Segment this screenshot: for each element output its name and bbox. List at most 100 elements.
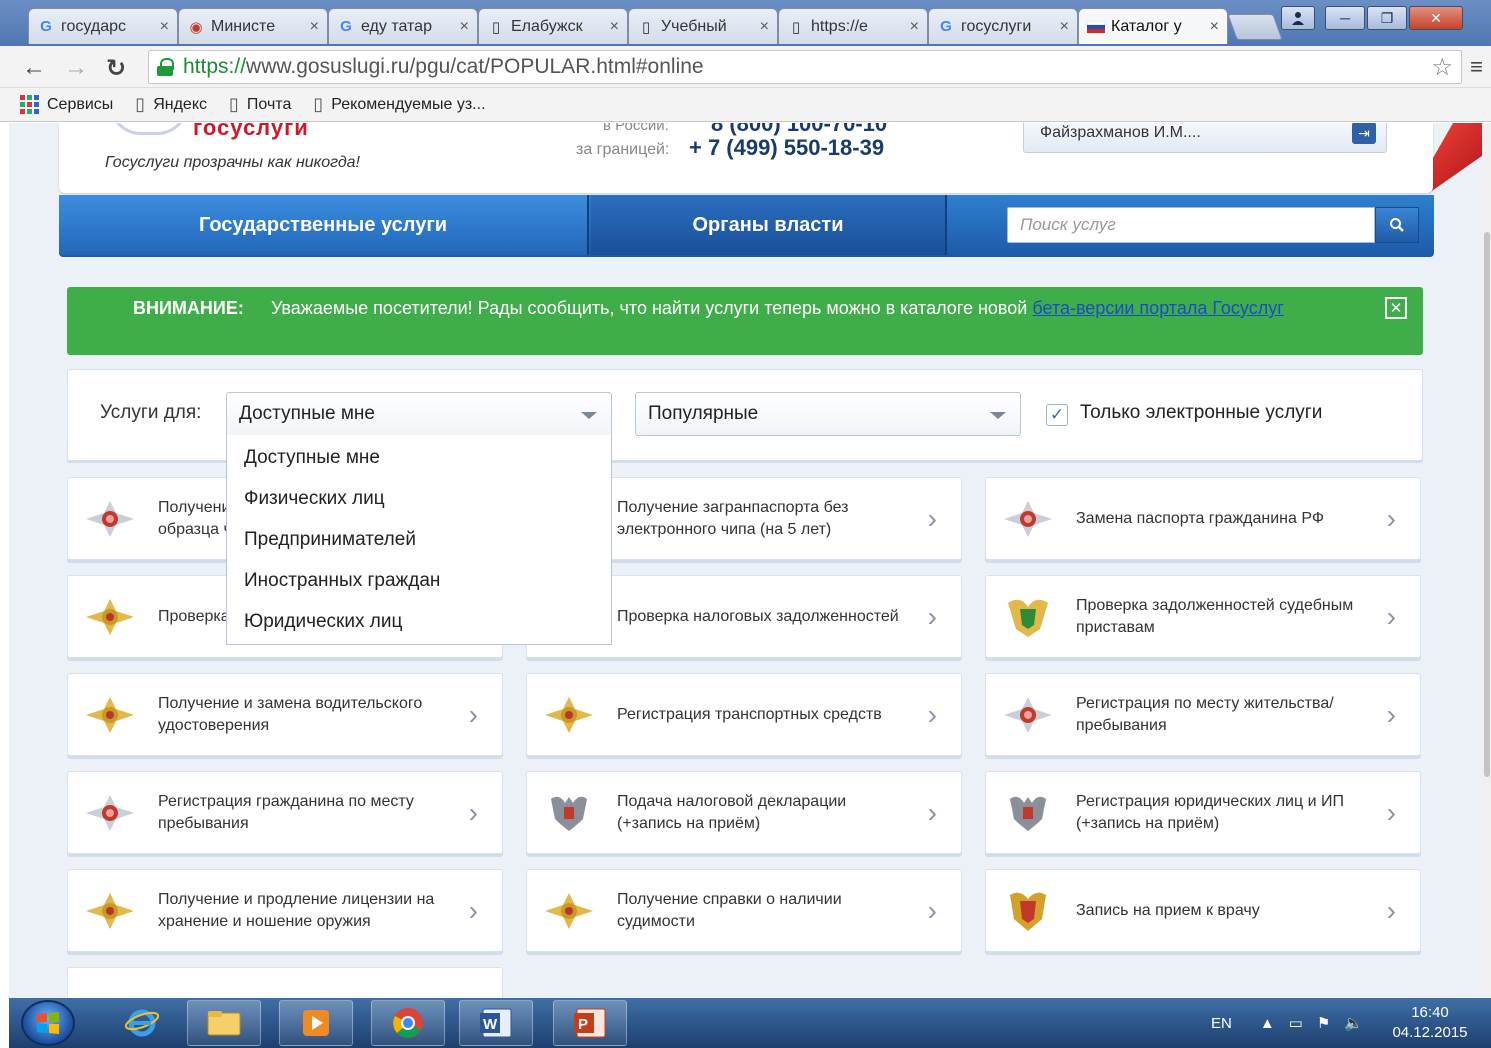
page-icon: ▯: [491, 18, 501, 36]
chevron-down-icon: [581, 412, 597, 419]
electronic-only-label[interactable]: Только электронные услуги: [1080, 402, 1322, 424]
main-navigation: Государственные услуги Органы власти: [59, 195, 1434, 257]
service-card[interactable]: Получение и замена водительского удостов…: [67, 673, 503, 756]
tab-close-icon[interactable]: ×: [460, 18, 469, 36]
nav-authorities[interactable]: Органы власти: [591, 195, 945, 255]
service-card[interactable]: Замена паспорта гражданина РФ ›: [985, 477, 1421, 560]
tab-close-icon[interactable]: ×: [760, 18, 769, 36]
audience-select[interactable]: Доступные мне: [226, 392, 612, 436]
phone-label-abroad: за границей:: [576, 141, 670, 158]
address-bar[interactable]: https:// www.gosuslugi.ru/pgu/cat/POPULA…: [148, 50, 1462, 84]
dropdown-option[interactable]: Юридических лиц: [227, 601, 611, 642]
scrollbar-thumb[interactable]: [1484, 232, 1490, 777]
user-profile-icon[interactable]: [1281, 6, 1315, 30]
close-icon[interactable]: ✕: [1385, 297, 1407, 319]
browser-tab-7[interactable]: G госуслуги ×: [928, 8, 1078, 44]
chevron-right-icon: ›: [927, 601, 937, 632]
service-card[interactable]: Регистрация юридических лиц и ИП (+запис…: [985, 771, 1421, 854]
language-indicator[interactable]: EN: [1211, 1015, 1232, 1032]
search-input[interactable]: [1007, 207, 1375, 243]
search-button[interactable]: [1375, 207, 1419, 243]
browser-tab-3[interactable]: G еду татар ×: [328, 8, 478, 44]
service-card[interactable]: Регистрация по месту жительства/пребыван…: [985, 673, 1421, 756]
show-hidden-icons-icon[interactable]: ▲: [1260, 1015, 1275, 1032]
browser-tab-1[interactable]: G государс ×: [28, 8, 178, 44]
browser-tab-2[interactable]: ◉ Министе ×: [178, 8, 328, 44]
service-title: Регистрация гражданина по месту пребыван…: [158, 792, 414, 832]
nav-gov-services[interactable]: Государственные услуги: [59, 195, 587, 255]
service-card[interactable]: Регистрация транспортных средств ›: [526, 673, 962, 756]
service-card[interactable]: Получение справки о наличии судимости ›: [526, 869, 962, 952]
service-title: Регистрация по месту жительства/пребыван…: [1076, 694, 1334, 734]
service-card[interactable]: Получение и продление лицензии на хранен…: [67, 869, 503, 952]
forward-arrow-icon[interactable]: →: [64, 54, 88, 82]
maximize-icon[interactable]: ❐: [1367, 6, 1407, 30]
bookmark-mail[interactable]: ▯ Почта: [229, 94, 291, 115]
dropdown-option[interactable]: Доступные мне: [227, 437, 611, 478]
tab-close-icon[interactable]: ×: [610, 18, 619, 36]
reload-icon[interactable]: ↻: [106, 54, 126, 83]
service-card[interactable]: Регистрация гражданина по месту пребыван…: [67, 771, 503, 854]
service-card[interactable]: Запись на прием к врачу ›: [985, 869, 1421, 952]
bookmark-services[interactable]: Сервисы: [20, 95, 113, 114]
chevron-right-icon: ›: [927, 503, 937, 534]
site-logo[interactable]: госуслуги: [193, 123, 309, 141]
service-title: Получение и замена водительского удостов…: [158, 694, 423, 734]
browser-tab-5[interactable]: ▯ Учебный ×: [628, 8, 778, 44]
bookmark-star-icon[interactable]: ☆: [1431, 53, 1453, 82]
agency-emblem-icon: [541, 691, 597, 739]
bookmark-yandex[interactable]: ▯ Яндекс: [135, 94, 207, 115]
file-explorer-icon[interactable]: [187, 1000, 261, 1046]
logo-emblem-icon[interactable]: [109, 123, 189, 135]
electronic-only-checkbox[interactable]: ✓: [1046, 404, 1068, 426]
word-icon[interactable]: W: [459, 1000, 533, 1046]
ie-icon[interactable]: [105, 1000, 179, 1046]
browser-tab-4[interactable]: ▯ Елабужск ×: [478, 8, 628, 44]
service-title: Проверка налоговых задолженностей: [617, 607, 899, 625]
volume-icon[interactable]: 🔈: [1344, 1014, 1363, 1032]
agency-emblem-icon: [541, 887, 597, 935]
clock-date: 04.12.2015: [1392, 1024, 1468, 1041]
close-window-icon[interactable]: ✕: [1409, 6, 1463, 30]
minimize-icon[interactable]: ─: [1325, 6, 1365, 30]
window-controls: ─ ❐ ✕: [1281, 6, 1463, 30]
service-title: Замена паспорта гражданина РФ: [1076, 509, 1324, 527]
sort-select[interactable]: Популярные: [635, 392, 1021, 436]
tab-close-icon[interactable]: ×: [160, 18, 169, 36]
tab-close-icon[interactable]: ×: [910, 18, 919, 36]
service-card[interactable]: Проверка задолженностей судебным пристав…: [985, 575, 1421, 658]
powerpoint-icon[interactable]: P: [553, 1000, 627, 1046]
browser-tab-8-active[interactable]: Каталог у ×: [1078, 8, 1228, 44]
service-title: Регистрация транспортных средств: [617, 705, 882, 723]
browser-menu-icon[interactable]: ≡: [1470, 54, 1483, 80]
page-icon: ▯: [641, 18, 651, 36]
service-card-partial[interactable]: [67, 967, 503, 998]
agency-emblem-icon: [82, 789, 138, 837]
bookmark-recommended[interactable]: ▯ Рекомендуемые уз...: [313, 94, 485, 115]
start-button[interactable]: [21, 1000, 75, 1046]
nav-divider: [945, 195, 947, 255]
clock[interactable]: 16:40 04.12.2015: [1377, 1003, 1483, 1043]
service-title: Регистрация юридических лиц и ИП (+запис…: [1076, 792, 1344, 832]
network-icon[interactable]: ▭: [1289, 1014, 1303, 1032]
action-center-flag-icon[interactable]: ⚑: [1317, 1014, 1330, 1032]
logout-icon[interactable]: ⇥: [1352, 123, 1376, 144]
beta-portal-link[interactable]: бета-версии портала Госуслуг: [1032, 298, 1283, 318]
agency-emblem-icon: [1000, 691, 1056, 739]
dropdown-option[interactable]: Иностранных граждан: [227, 560, 611, 601]
browser-tab-6[interactable]: ▯ https://e ×: [778, 8, 928, 44]
agency-emblem-icon: [82, 887, 138, 935]
tab-close-icon[interactable]: ×: [1210, 18, 1219, 36]
filter-label: Услуги для:: [100, 402, 202, 423]
tab-close-icon[interactable]: ×: [1060, 18, 1069, 36]
back-arrow-icon[interactable]: ←: [22, 54, 46, 82]
media-player-icon[interactable]: [279, 1000, 353, 1046]
tab-close-icon[interactable]: ×: [310, 18, 319, 36]
dropdown-option[interactable]: Физических лиц: [227, 478, 611, 519]
service-card[interactable]: Подача налоговой декларации (+запись на …: [526, 771, 962, 854]
user-account-box[interactable]: Файзрахманов И.М.... ⇥: [1023, 123, 1387, 153]
chrome-icon[interactable]: [371, 1000, 445, 1046]
service-title: Получение и продление лицензии на хранен…: [158, 890, 435, 930]
dropdown-option[interactable]: Предпринимателей: [227, 519, 611, 560]
new-tab-button[interactable]: [1227, 14, 1283, 40]
